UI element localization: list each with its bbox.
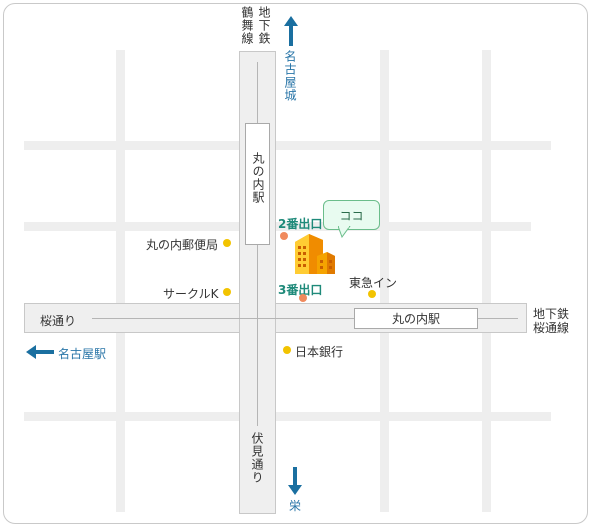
exit3-marker [299,294,307,302]
here-label: ココ [339,208,364,223]
arrow-down-icon [288,467,302,495]
marunouchi-station-horizontal-label: 丸の内駅 [391,312,440,326]
arrow-up-icon [284,16,298,46]
marunouchi-station-vertical[interactable]: 丸の内駅 [245,123,270,245]
toyoko-inn-label: 東急イン [349,276,398,290]
callout-tail [338,226,351,238]
circle-k-marker [223,288,231,296]
bg-street-v3 [482,50,491,512]
tsurumai-line-label: 鶴舞線 [240,6,254,45]
post-office-marker [223,239,231,247]
circle-k-label: サークルK [163,287,219,301]
sakuradori-line-label: 桜通線 [533,321,570,335]
post-office-label: 丸の内郵便局 [146,238,219,252]
sakura-dori-label: 桜通り [40,314,77,328]
nagoya-castle-label: 名古屋城 [283,50,297,102]
bg-street-h1 [24,141,551,150]
chikatetsu-top-label: 地下鉄 [257,6,271,45]
bg-street-v1 [116,50,125,512]
fushimi-dori-label: 伏見通り [250,432,264,484]
bg-street-h3 [24,412,551,421]
sakae-label: 栄 [289,499,302,513]
exit2-marker [280,232,288,240]
marunouchi-station-horizontal[interactable]: 丸の内駅 [354,308,478,329]
nagoya-station-label: 名古屋駅 [58,347,107,361]
building-icon [295,234,335,274]
boj-label: 日本銀行 [295,345,344,359]
marunouchi-station-vertical-label: 丸の内駅 [251,152,265,204]
exit2-label: 2番出口 [278,217,323,231]
boj-marker [283,346,291,354]
toyoko-inn-marker [368,290,376,298]
arrow-left-icon [26,345,54,359]
